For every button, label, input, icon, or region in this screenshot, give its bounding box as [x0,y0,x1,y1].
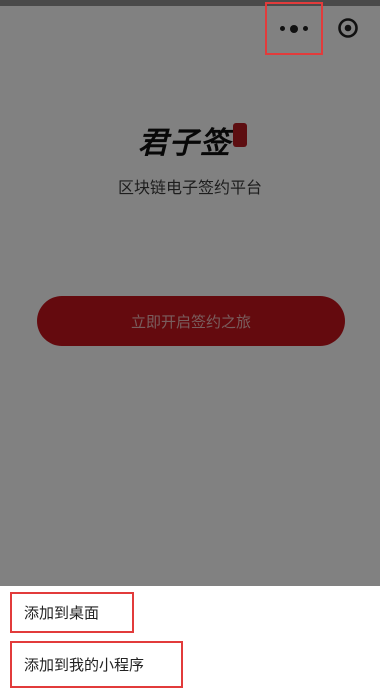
more-menu-button[interactable] [265,2,323,55]
add-to-my-mini-programs-option[interactable]: 添加到我的小程序 [10,641,183,688]
record-circle-icon [338,18,358,38]
seal-icon [233,123,247,147]
more-dots-icon [280,24,308,33]
brand-logo: 君子签 [138,116,248,164]
add-to-desktop-option[interactable]: 添加到桌面 [10,592,134,633]
brand-logo-text: 君子签 [138,126,231,161]
start-signing-button[interactable]: 立即开启签约之旅 [37,296,345,346]
close-mini-program-button[interactable] [334,14,362,42]
mini-program-screen: 君子签 区块链电子签约平台 立即开启签约之旅 [0,6,380,586]
brand-subtitle: 区块链电子签约平台 [117,178,262,197]
action-sheet: 添加到桌面 添加到我的小程序 [0,586,380,699]
